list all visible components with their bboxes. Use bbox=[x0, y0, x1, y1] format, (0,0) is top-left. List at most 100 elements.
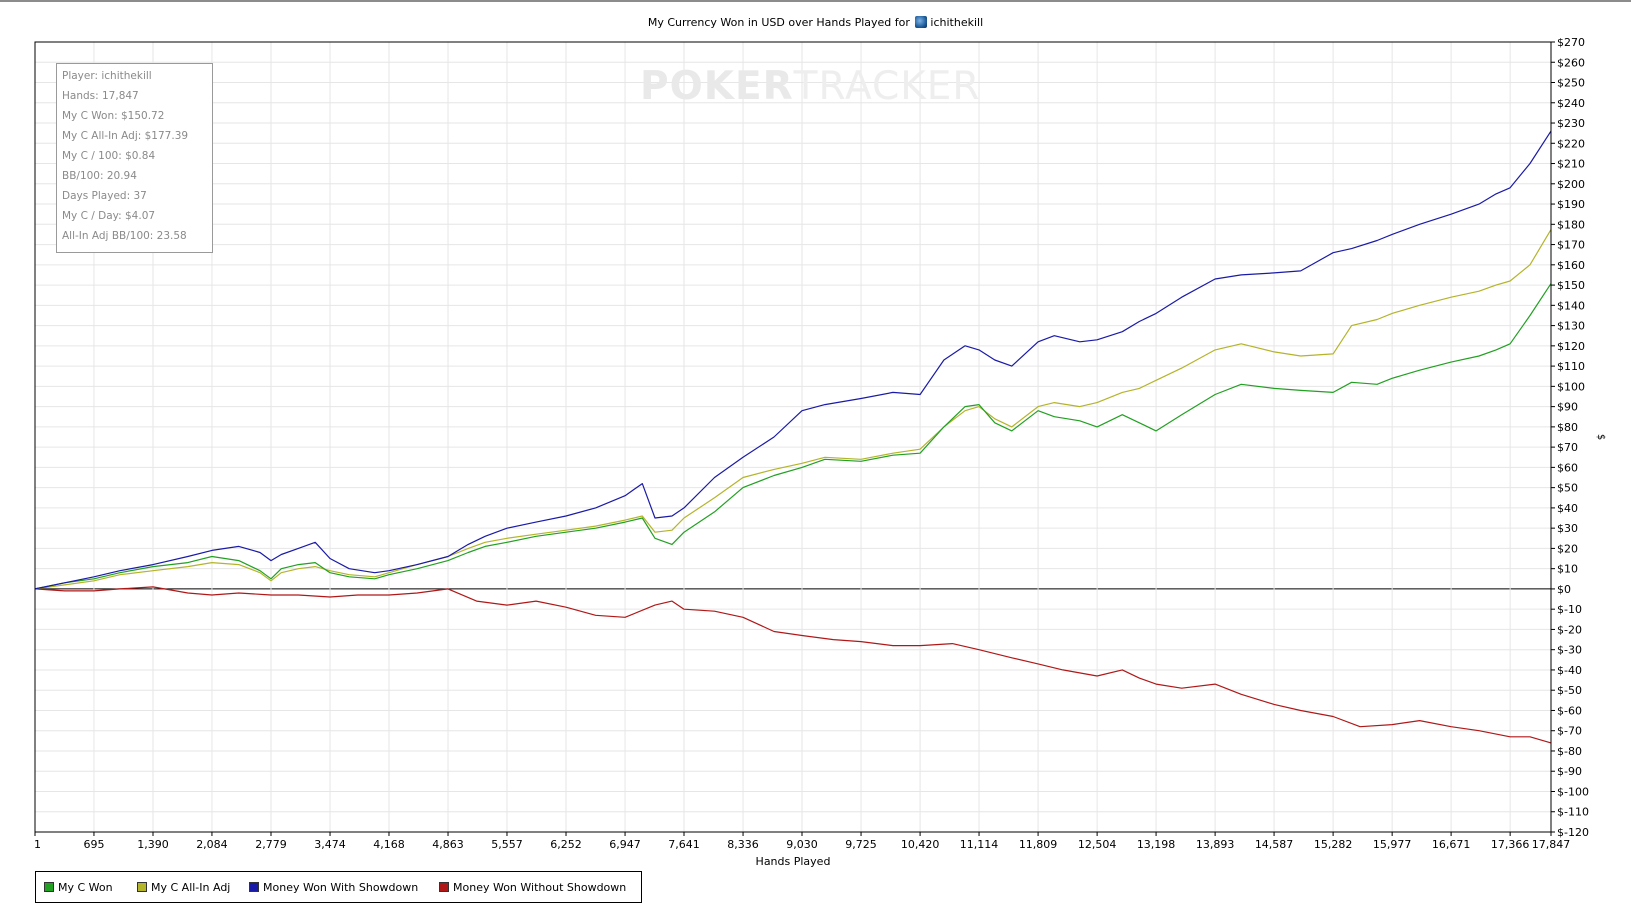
x-tick-label: 7,641 bbox=[668, 838, 700, 851]
y-tick-label: $-10 bbox=[1557, 603, 1582, 616]
legend-label: My C All-In Adj bbox=[151, 881, 231, 894]
stat-my-c-per-day: My C / Day: $4.07 bbox=[62, 210, 156, 222]
y-tick-label: $30 bbox=[1557, 522, 1578, 535]
player-stats-box: Player: ichithekill Hands: 17,847 My C W… bbox=[56, 63, 213, 253]
legend-item-without-showdown[interactable]: Money Won Without Showdown bbox=[439, 881, 626, 894]
legend-item-all-in-adj[interactable]: My C All-In Adj bbox=[137, 881, 230, 894]
stat-bb-per-100: BB/100: 20.94 bbox=[62, 170, 137, 182]
legend-label: Money Won Without Showdown bbox=[453, 881, 627, 894]
y-tick-label: $40 bbox=[1557, 502, 1578, 515]
x-tick-label: 2,779 bbox=[255, 838, 287, 851]
y-tick-label: $170 bbox=[1557, 239, 1585, 252]
y-tick-label: $190 bbox=[1557, 198, 1585, 211]
y-tick-label: $240 bbox=[1557, 97, 1585, 110]
x-tick-label: 4,863 bbox=[432, 838, 464, 851]
y-tick-label: $270 bbox=[1557, 36, 1585, 49]
y-tick-label: $-100 bbox=[1557, 785, 1589, 798]
y-tick-label: $-90 bbox=[1557, 765, 1582, 778]
x-tick-label: 1,390 bbox=[137, 838, 169, 851]
x-tick-label: 14,587 bbox=[1255, 838, 1294, 851]
y-tick-label: $-30 bbox=[1557, 644, 1582, 657]
x-tick-label: 9,725 bbox=[845, 838, 877, 851]
x-tick-label: 5,557 bbox=[491, 838, 523, 851]
y-tick-label: $-40 bbox=[1557, 664, 1582, 677]
y-tick-label: $50 bbox=[1557, 482, 1578, 495]
watermark-part-tracker: TRACKER bbox=[793, 64, 981, 109]
series-line-with-showdown bbox=[34, 130, 1552, 590]
chart-legend: My C Won My C All-In Adj Money Won With … bbox=[35, 871, 642, 903]
x-tick-label: 13,893 bbox=[1196, 838, 1235, 851]
watermark-part-poker: POKER bbox=[640, 64, 794, 109]
x-tick-label: 16,671 bbox=[1432, 838, 1471, 851]
x-tick-label: 11,114 bbox=[960, 838, 999, 851]
x-tick-label: 15,977 bbox=[1373, 838, 1412, 851]
series-line-without-showdown bbox=[34, 586, 1552, 744]
x-tick-label: 4,168 bbox=[373, 838, 405, 851]
series-line-all-in-adj bbox=[34, 229, 1552, 590]
y-tick-label: $210 bbox=[1557, 158, 1585, 171]
x-axis-title: Hands Played bbox=[756, 855, 831, 868]
y-tick-label: $10 bbox=[1557, 563, 1578, 576]
y-tick-label: $-50 bbox=[1557, 684, 1582, 697]
y-tick-label: $0 bbox=[1557, 583, 1571, 596]
stat-my-c-per-100: My C / 100: $0.84 bbox=[62, 150, 156, 162]
y-tick-label: $100 bbox=[1557, 380, 1585, 393]
legend-swatch-blue bbox=[249, 882, 259, 892]
x-tick-label: 15,282 bbox=[1314, 838, 1353, 851]
y-axis-title: $ bbox=[1595, 434, 1606, 440]
stat-days-played: Days Played: 37 bbox=[62, 190, 147, 202]
y-tick-label: $70 bbox=[1557, 441, 1578, 454]
plot-area-frame bbox=[34, 41, 1552, 833]
x-tick-label: 8,336 bbox=[727, 838, 759, 851]
stat-hands: Hands: 17,847 bbox=[62, 90, 139, 102]
y-tick-label: $180 bbox=[1557, 218, 1585, 231]
y-tick-label: $-60 bbox=[1557, 704, 1582, 717]
y-tick-label: $-80 bbox=[1557, 745, 1582, 758]
y-tick-label: $230 bbox=[1557, 117, 1585, 130]
x-tick-label: 3,474 bbox=[314, 838, 346, 851]
y-tick-label: $150 bbox=[1557, 279, 1585, 292]
y-tick-label: $-110 bbox=[1557, 806, 1589, 819]
y-tick-label: $20 bbox=[1557, 542, 1578, 555]
stat-player: Player: ichithekill bbox=[62, 70, 152, 82]
y-tick-label: $250 bbox=[1557, 77, 1585, 90]
legend-item-with-showdown[interactable]: Money Won With Showdown bbox=[249, 881, 418, 894]
legend-swatch-red bbox=[439, 882, 449, 892]
y-tick-label: $200 bbox=[1557, 178, 1585, 191]
y-tick-label: $-20 bbox=[1557, 623, 1582, 636]
x-tick-label: 13,198 bbox=[1137, 838, 1176, 851]
x-tick-label: 12,504 bbox=[1078, 838, 1117, 851]
x-tick-label: 2,084 bbox=[196, 838, 228, 851]
series-lines bbox=[34, 130, 1552, 744]
y-tick-label: $160 bbox=[1557, 259, 1585, 272]
y-tick-label: $140 bbox=[1557, 299, 1585, 312]
chart-svg: $270 $260 $250 $240 $230 $220 $210 $200 $190 $180… bbox=[34, 36, 1606, 868]
x-tick-label: 10,420 bbox=[901, 838, 940, 851]
y-tick-label: $220 bbox=[1557, 137, 1585, 150]
legend-item-my-c-won[interactable]: My C Won bbox=[44, 881, 113, 894]
x-tick-label: 11,809 bbox=[1019, 838, 1058, 851]
legend-label: My C Won bbox=[58, 881, 113, 894]
legend-swatch-olive bbox=[137, 882, 147, 892]
y-tick-label: $130 bbox=[1557, 320, 1585, 333]
y-tick-label: $60 bbox=[1557, 461, 1578, 474]
y-tick-label: $-70 bbox=[1557, 725, 1582, 738]
x-tick-label: 6,252 bbox=[550, 838, 582, 851]
y-tick-label: $110 bbox=[1557, 360, 1585, 373]
series-line-my-c-won bbox=[34, 283, 1552, 590]
pokertracker-watermark: POKERTRACKER bbox=[640, 64, 981, 109]
legend-label: Money Won With Showdown bbox=[263, 881, 419, 894]
y-tick-label: $80 bbox=[1557, 421, 1578, 434]
x-tick-label: 1 bbox=[34, 838, 41, 851]
stat-all-in-adj: My C All-In Adj: $177.39 bbox=[62, 130, 189, 142]
stat-my-c-won: My C Won: $150.72 bbox=[62, 110, 165, 122]
x-tick-label: 17,847 bbox=[1532, 838, 1571, 851]
grid-lines bbox=[35, 41, 1551, 833]
x-tick-label: 17,366 bbox=[1491, 838, 1530, 851]
x-tick-label: 9,030 bbox=[786, 838, 818, 851]
legend-swatch-green bbox=[44, 882, 54, 892]
axes: $270 $260 $250 $240 $230 $220 $210 $200 $190 $180… bbox=[34, 36, 1606, 868]
stat-all-in-adj-bb: All-In Adj BB/100: 23.58 bbox=[62, 230, 187, 242]
y-tick-label: $260 bbox=[1557, 56, 1585, 69]
x-tick-label: 6,947 bbox=[609, 838, 641, 851]
